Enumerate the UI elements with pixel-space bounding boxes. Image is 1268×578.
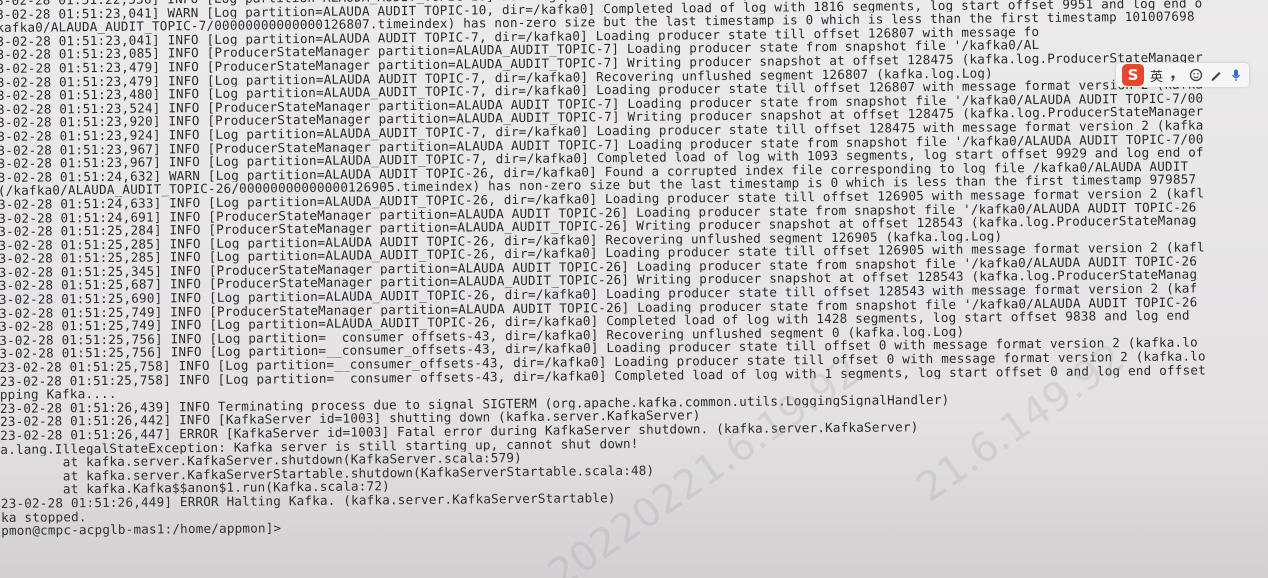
ime-logo-icon[interactable]: S (1122, 64, 1144, 86)
punctuation-icon[interactable] (1169, 68, 1183, 82)
pen-icon[interactable] (1209, 68, 1223, 82)
ime-toolbar[interactable]: S 英 (1116, 63, 1250, 87)
terminal-window[interactable]: 3-02-28 01:51:22,536] INFO [Log partitio… (0, 0, 1268, 578)
ime-language-toggle[interactable]: 英 (1150, 66, 1163, 85)
microphone-icon[interactable] (1229, 68, 1243, 82)
terminal-output: 3-02-28 01:51:22,536] INFO [Log partitio… (0, 0, 1268, 538)
emoji-icon[interactable] (1189, 68, 1203, 82)
